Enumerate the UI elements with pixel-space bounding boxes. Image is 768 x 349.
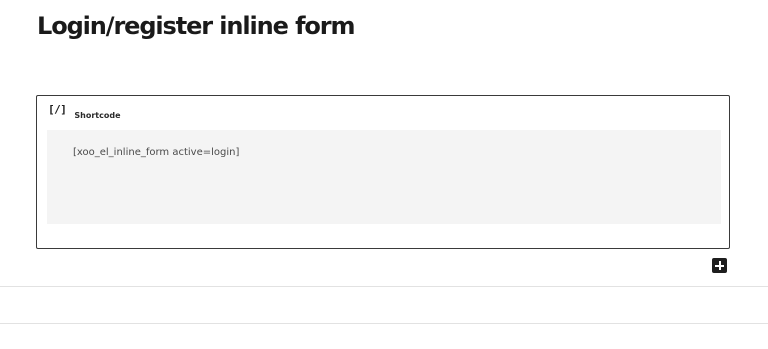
block-header: [/] Shortcode — [48, 104, 121, 122]
plus-icon — [715, 261, 724, 270]
add-block-button[interactable] — [712, 258, 727, 273]
shortcode-input[interactable]: [xoo_el_inline_form active=login] — [47, 130, 721, 224]
block-label: Shortcode — [74, 111, 121, 120]
shortcode-block[interactable]: [/] Shortcode [xoo_el_inline_form active… — [36, 95, 730, 249]
divider — [0, 286, 768, 287]
divider — [0, 323, 768, 324]
shortcode-text[interactable]: [xoo_el_inline_form active=login] — [73, 147, 239, 158]
page-title[interactable]: Login/register inline form — [37, 10, 356, 42]
shortcode-icon: [/] — [48, 103, 67, 116]
